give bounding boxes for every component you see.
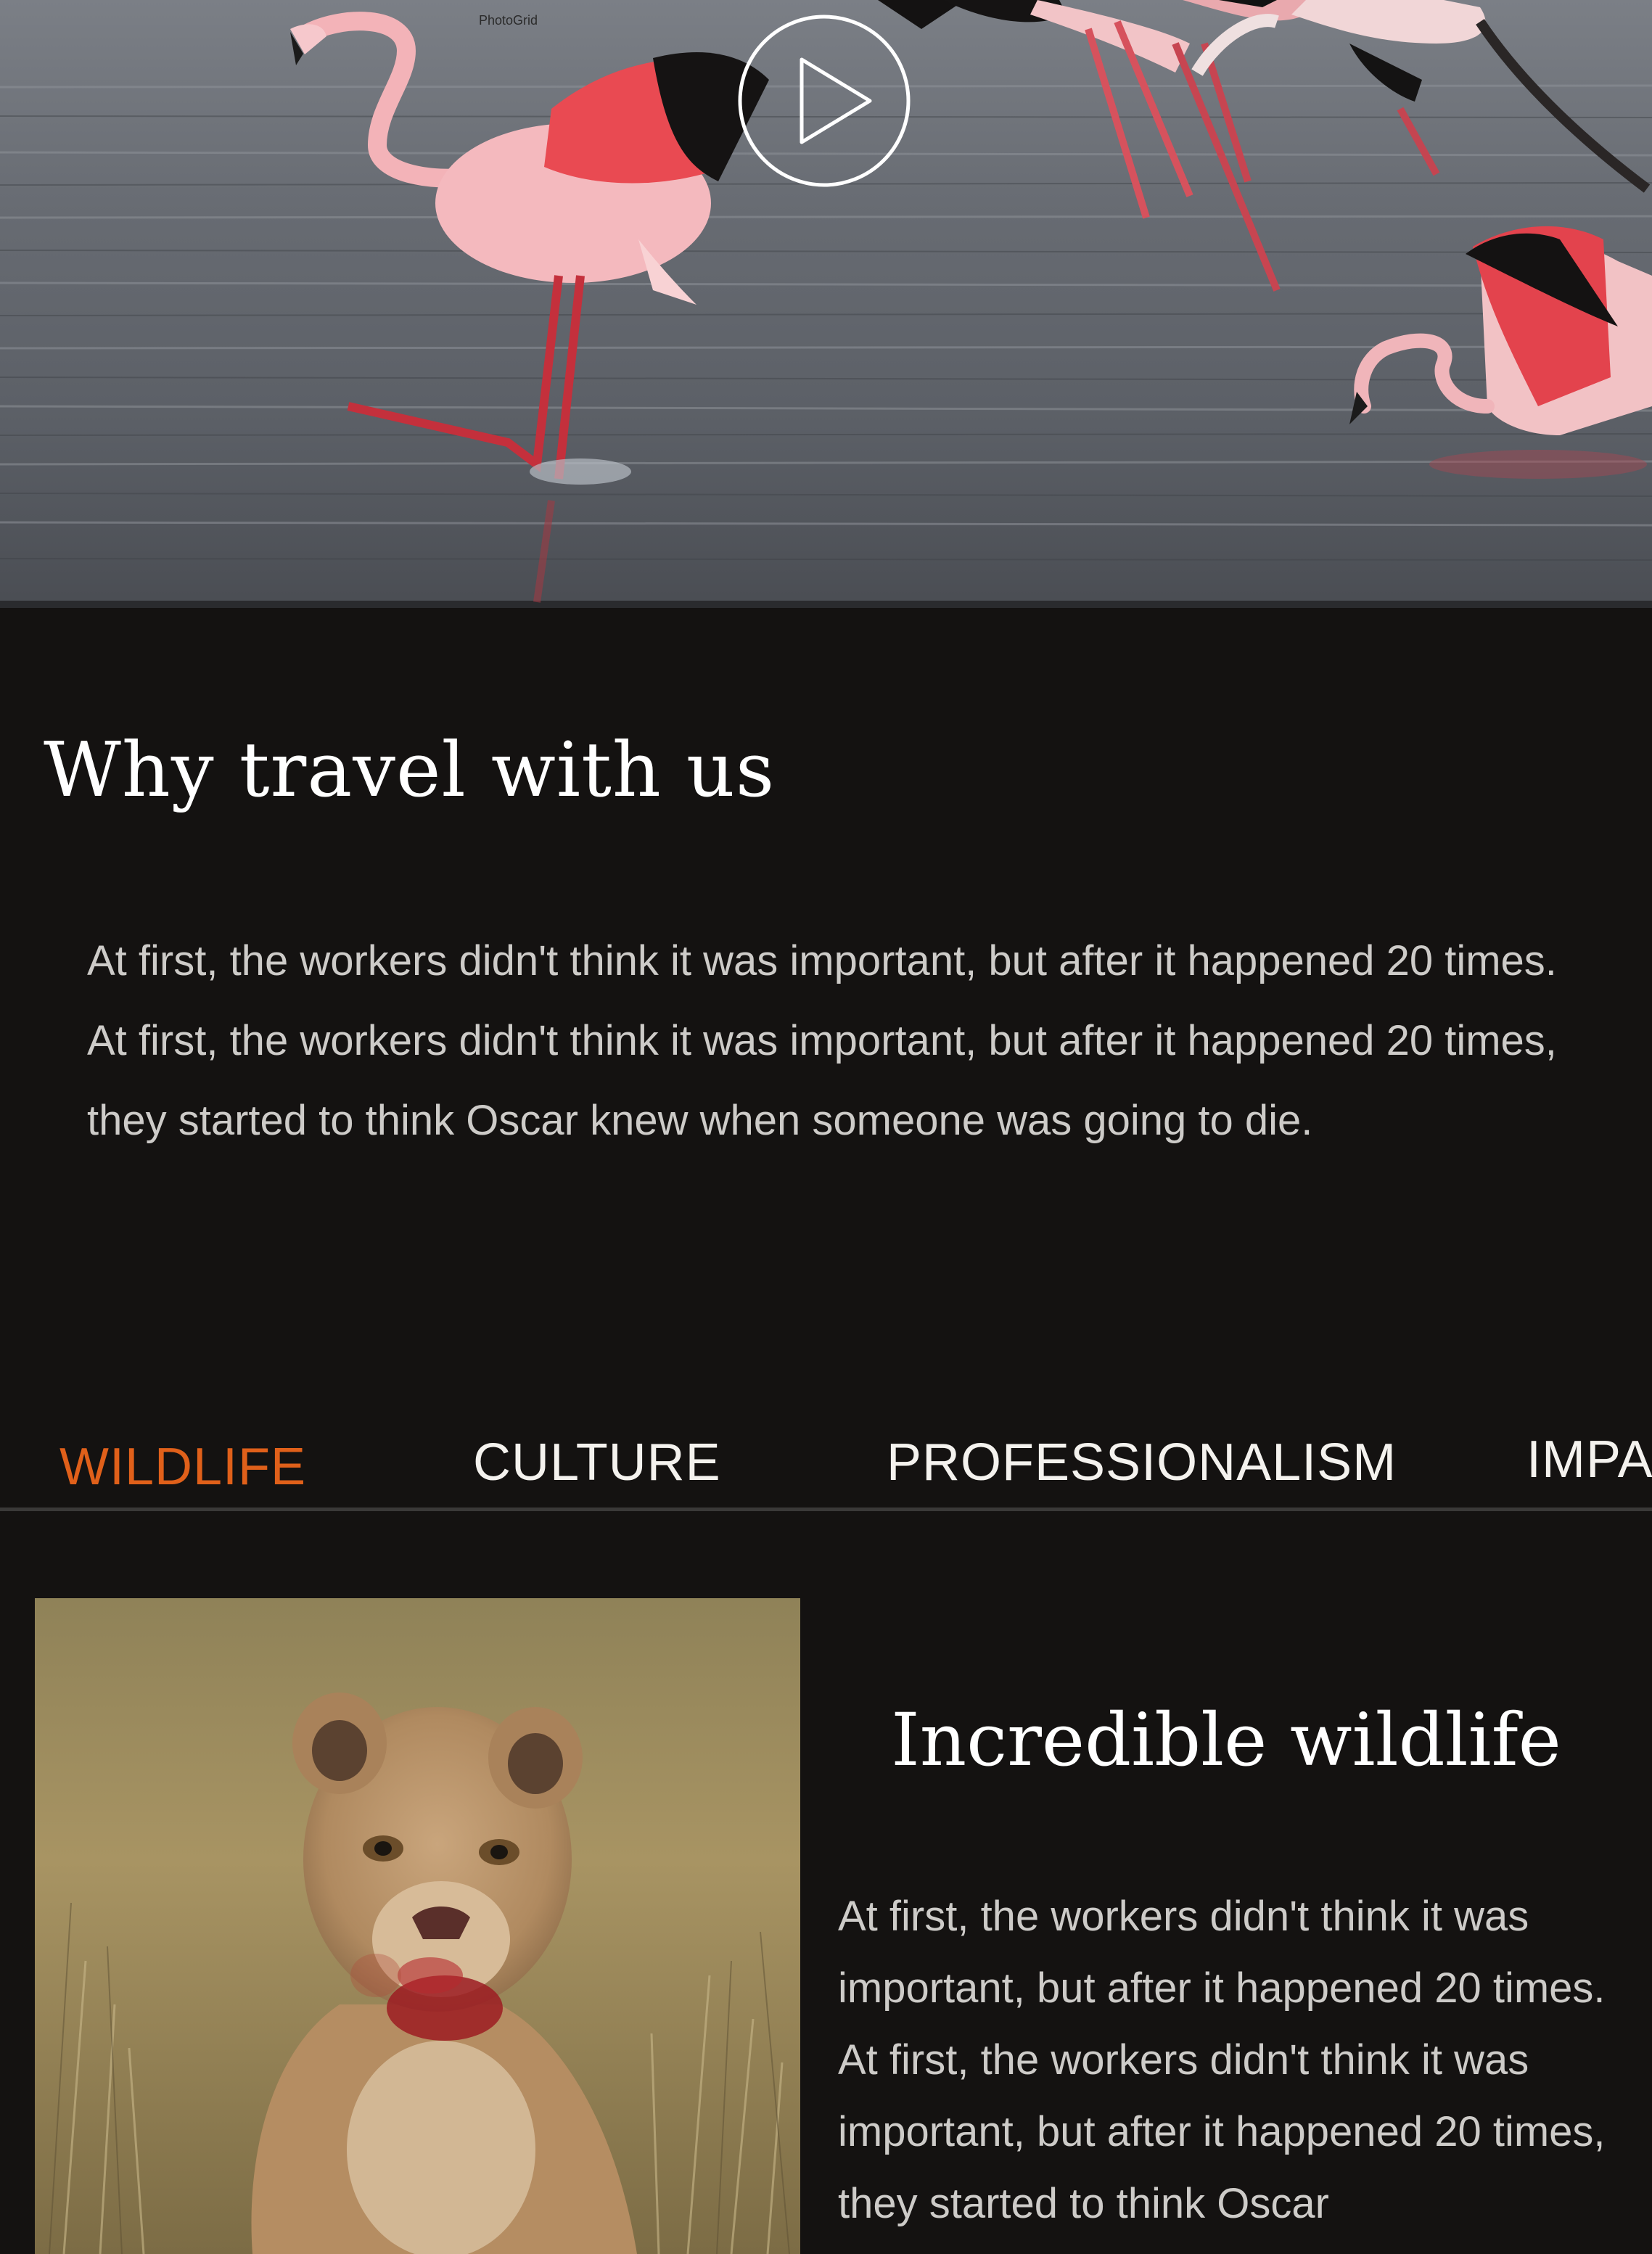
tab-culture[interactable]: CULTURE (473, 1433, 721, 1492)
tabs-divider (0, 1508, 1652, 1511)
tab-wildlife[interactable]: WILDLIFE (59, 1437, 306, 1497)
tab-impact[interactable]: IMPA (1526, 1430, 1652, 1489)
flamingo-left (290, 12, 769, 603)
feature-body-text: At first, the workers didn't think it wa… (838, 1893, 1606, 2227)
play-icon (738, 15, 911, 187)
page: PhotoGrid Why travel with us At first, t… (0, 0, 1652, 2254)
hero-video[interactable]: PhotoGrid (0, 0, 1652, 608)
tab-professionalism[interactable]: PROFESSIONALISM (887, 1433, 1397, 1492)
feature-heading: Incredible wildlife (891, 1698, 1561, 1782)
photogrid-watermark: PhotoGrid (479, 13, 538, 28)
play-button[interactable] (738, 15, 911, 187)
lioness-photo (35, 1598, 800, 2254)
why-heading: Why travel with us (44, 725, 776, 814)
flamingo-bottom-right (1349, 226, 1652, 479)
why-body-text: At first, the workers didn't think it wa… (87, 937, 1557, 1144)
category-tabs: WILDLIFE CULTURE PROFESSIONALISM IMPA (0, 1430, 1652, 1511)
